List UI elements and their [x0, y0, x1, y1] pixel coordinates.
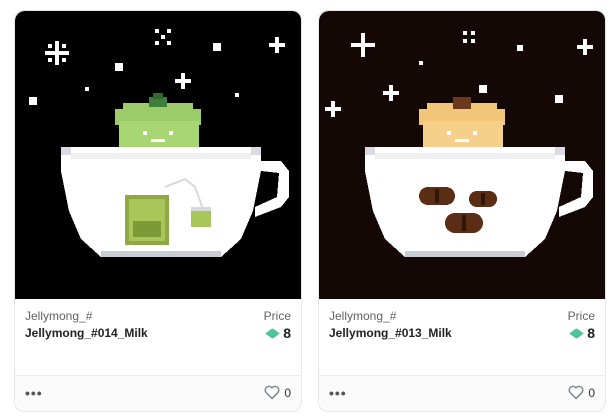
nft-artwork-coffee[interactable]: [319, 11, 605, 299]
heart-icon: [264, 385, 280, 400]
card-footer: ••• 0: [15, 375, 301, 411]
more-options-button[interactable]: •••: [329, 385, 347, 401]
like-count: 0: [284, 385, 291, 400]
card-footer: ••• 0: [319, 375, 605, 411]
price-value-container: 8: [265, 325, 291, 341]
card-info: Jellymong_# Jellymong_#014_Milk Price 8: [15, 299, 301, 377]
price-value: 8: [587, 325, 595, 341]
more-options-button[interactable]: •••: [25, 385, 43, 401]
nft-artwork-matcha[interactable]: [15, 11, 301, 299]
like-button[interactable]: 0: [264, 385, 291, 400]
price-value: 8: [283, 325, 291, 341]
like-count: 0: [588, 385, 595, 400]
price-value-container: 8: [569, 325, 595, 341]
nft-card[interactable]: Jellymong_# Jellymong_#013_Milk Price 8 …: [318, 10, 606, 412]
token-name[interactable]: Jellymong_#014_Milk: [25, 326, 148, 340]
card-info: Jellymong_# Jellymong_#013_Milk Price 8: [319, 299, 605, 377]
price-label: Price: [263, 309, 291, 323]
price-gem-icon: [569, 327, 584, 339]
token-name[interactable]: Jellymong_#013_Milk: [329, 326, 452, 340]
nft-card[interactable]: Jellymong_# Jellymong_#014_Milk Price 8 …: [14, 10, 302, 412]
collection-name[interactable]: Jellymong_#: [329, 309, 396, 323]
price-gem-icon: [265, 327, 280, 339]
collection-name[interactable]: Jellymong_#: [25, 309, 92, 323]
price-label: Price: [567, 309, 595, 323]
heart-icon: [568, 385, 584, 400]
like-button[interactable]: 0: [568, 385, 595, 400]
